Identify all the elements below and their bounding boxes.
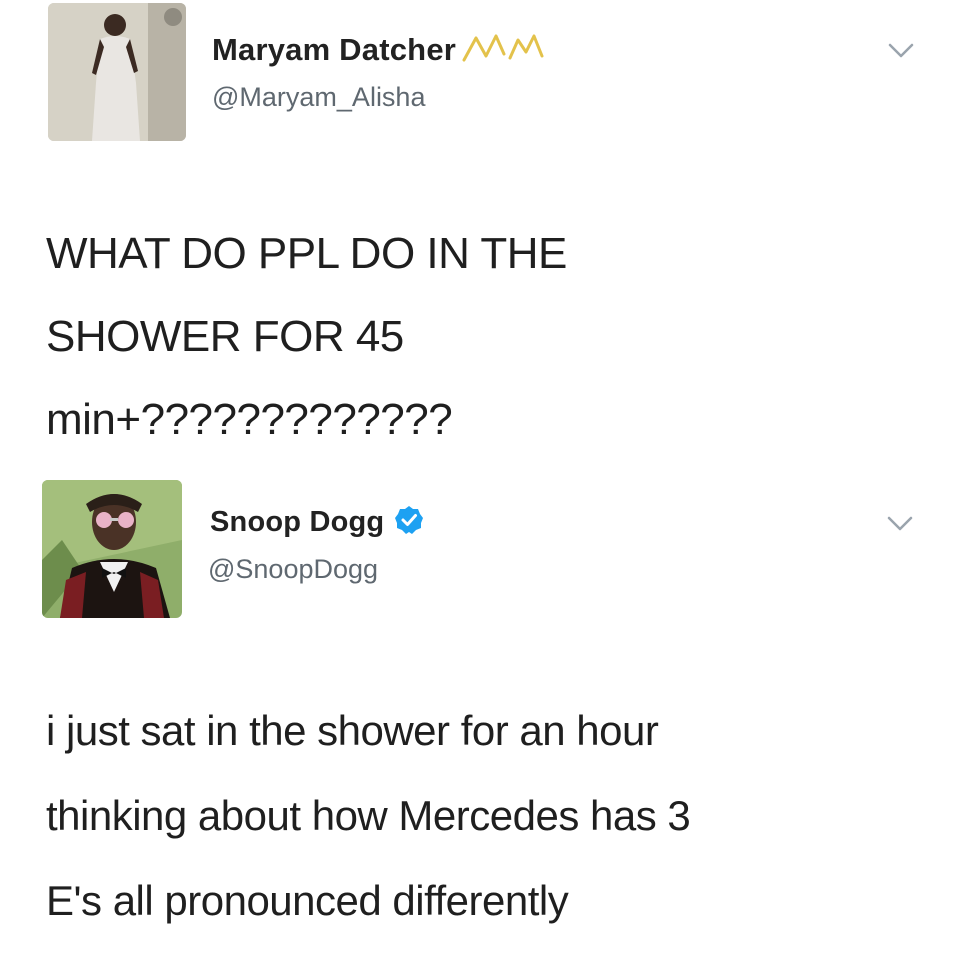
crown-doodle-icon: [460, 30, 552, 69]
tweet-text-line: i just sat in the shower for an hour: [46, 707, 659, 754]
tweet-text-line: WHAT DO PPL DO IN THE: [46, 229, 567, 278]
person-photo-avatar: [48, 3, 186, 141]
tweet-text: WHAT DO PPL DO IN THE SHOWER FOR 45 min+…: [46, 212, 746, 461]
display-name[interactable]: Maryam Datcher: [212, 32, 456, 68]
avatar[interactable]: [48, 3, 186, 141]
snoop-portrait-avatar: [42, 480, 182, 618]
avatar[interactable]: [42, 480, 182, 618]
verified-badge-icon: [394, 505, 424, 540]
tweet-text-line: SHOWER FOR 45: [46, 312, 404, 361]
display-name[interactable]: Snoop Dogg: [210, 506, 384, 539]
tweet-text-line: E's all pronounced differently: [46, 877, 569, 924]
author-name-row: Snoop Dogg: [210, 505, 424, 540]
chevron-down-icon[interactable]: [886, 515, 914, 533]
chevron-down-icon[interactable]: [887, 42, 915, 60]
tweet-maryam: Maryam Datcher @Maryam_Alisha WHAT DO PP…: [0, 0, 956, 470]
handle[interactable]: @Maryam_Alisha: [212, 82, 425, 113]
author-name-row: Maryam Datcher: [212, 30, 552, 69]
tweet-text: i just sat in the shower for an hour thi…: [46, 688, 926, 943]
tweet-snoop: Snoop Dogg @SnoopDogg i just sat in the …: [0, 470, 956, 960]
tweet-text-line: min+?????????????: [46, 395, 453, 444]
tweet-text-line: thinking about how Mercedes has 3: [46, 792, 691, 839]
handle[interactable]: @SnoopDogg: [208, 554, 378, 585]
